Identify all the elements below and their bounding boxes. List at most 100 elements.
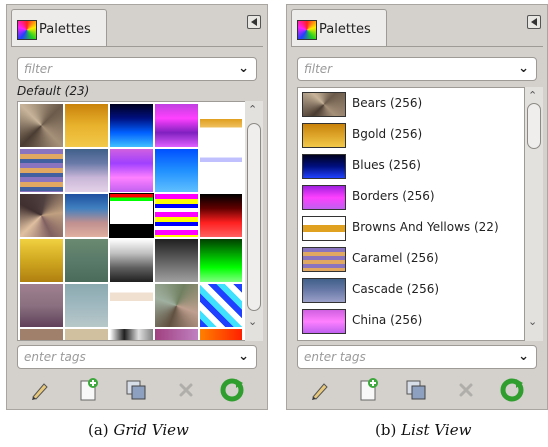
palette-thumb-cascade[interactable] <box>65 149 108 192</box>
palette-thumb-hilite[interactable] <box>20 284 63 327</box>
tab-label: Palettes <box>39 22 91 37</box>
tags-input[interactable]: enter tags ⌄ <box>297 345 537 369</box>
list-item[interactable] <box>298 337 524 340</box>
tab-divider <box>11 46 263 47</box>
tab-menu-button[interactable] <box>527 15 541 29</box>
palette-thumb-reds[interactable] <box>200 329 242 340</box>
grid-scrollbar[interactable]: ⌃ ⌄ <box>245 101 263 341</box>
refresh-icon <box>500 378 524 402</box>
new-document-icon <box>80 378 98 401</box>
palette-thumb-named-colors[interactable] <box>200 284 242 327</box>
delete-icon <box>179 383 193 397</box>
duplicate-palette-button[interactable] <box>123 377 149 403</box>
list-item[interactable]: Caramel (256) <box>298 244 524 275</box>
list-item-label: Cascade (256) <box>352 282 440 296</box>
palette-swatch <box>302 185 346 210</box>
chevron-down-icon[interactable]: ⌄ <box>238 349 249 364</box>
list-item[interactable]: China (256) <box>298 306 524 337</box>
filter-placeholder: filter <box>304 62 333 76</box>
palette-thumb-op2[interactable] <box>20 329 63 340</box>
tags-input[interactable]: enter tags ⌄ <box>17 345 257 369</box>
caption-prefix: (b) <box>375 421 397 439</box>
palette-swatch <box>302 309 346 334</box>
scroll-thumb[interactable] <box>527 103 541 149</box>
palette-thumb-kahki[interactable] <box>65 284 108 327</box>
tag-group-label: Default (23) <box>17 84 90 98</box>
palette-thumb-blues[interactable] <box>110 104 153 147</box>
palette-thumb-pastels[interactable] <box>110 329 153 340</box>
delete-palette-button[interactable] <box>453 377 479 403</box>
palette-thumb-muted[interactable] <box>155 284 198 327</box>
list-item[interactable]: Bears (256) <box>298 89 524 120</box>
palette-thumb-grayblue[interactable] <box>65 239 108 282</box>
caption-title: Grid View <box>113 421 189 439</box>
palette-thumb-dark-pastels[interactable] <box>65 194 108 237</box>
palette-thumb-cranes[interactable] <box>20 194 63 237</box>
scroll-down-icon[interactable]: ⌄ <box>248 315 257 328</box>
chevron-down-icon[interactable]: ⌄ <box>238 61 249 76</box>
palette-thumb-gold[interactable] <box>20 239 63 282</box>
filter-placeholder: filter <box>24 62 53 76</box>
new-palette-button[interactable] <box>355 377 381 403</box>
palette-thumb-browns-yellows[interactable] <box>200 104 242 147</box>
delete-palette-button[interactable] <box>173 377 199 403</box>
palette-thumb-default[interactable] <box>109 193 154 238</box>
tab-menu-button[interactable] <box>247 15 261 29</box>
refresh-palettes-button[interactable] <box>499 377 525 403</box>
palette-thumb-bgold[interactable] <box>65 104 108 147</box>
chevron-down-icon[interactable]: ⌄ <box>518 349 529 364</box>
list-item[interactable]: Blues (256) <box>298 151 524 182</box>
palette-thumb-firecode[interactable] <box>200 194 242 237</box>
caption-grid-view: (a) Grid View <box>88 421 189 439</box>
list-item-label: Blues (256) <box>352 158 421 172</box>
scroll-up-icon[interactable]: ⌃ <box>528 89 537 102</box>
filter-input[interactable]: filter ⌄ <box>297 57 537 81</box>
edit-palette-button[interactable] <box>27 377 53 403</box>
pencil-icon <box>312 383 328 400</box>
list-item[interactable]: Borders (256) <box>298 182 524 213</box>
chevron-down-icon[interactable]: ⌄ <box>518 61 529 76</box>
pencil-icon <box>32 383 48 400</box>
list-item-label: Bgold (256) <box>352 127 423 141</box>
list-item-label: Caramel (256) <box>352 251 439 265</box>
palette-thumb-coldfire[interactable] <box>155 149 198 192</box>
palette-thumb-grayviolet[interactable] <box>110 239 153 282</box>
palette-thumb-borders[interactable] <box>155 104 198 147</box>
palette-thumb-ega[interactable] <box>155 194 198 237</box>
tags-placeholder: enter tags <box>24 350 86 364</box>
palette-list: Bears (256) Bgold (256) Blues (256) Bord… <box>297 87 525 341</box>
new-document-icon <box>360 378 378 401</box>
palette-thumb-caramel[interactable] <box>20 149 63 192</box>
list-item[interactable]: Cascade (256) <box>298 275 524 306</box>
scroll-up-icon[interactable]: ⌃ <box>248 103 257 116</box>
palette-thumb-china[interactable] <box>110 149 153 192</box>
palette-thumb-paintjet[interactable] <box>65 329 108 340</box>
refresh-palettes-button[interactable] <box>219 377 245 403</box>
caption-prefix: (a) <box>88 421 109 439</box>
new-palette-button[interactable] <box>75 377 101 403</box>
scroll-thumb[interactable] <box>247 123 261 311</box>
list-scrollbar[interactable]: ⌃ ⌄ <box>525 87 543 341</box>
list-item-label: China (256) <box>352 313 423 327</box>
palette-swatch <box>302 247 346 272</box>
action-bar <box>287 377 547 405</box>
list-item-label: Browns And Yellows (22) <box>352 220 499 234</box>
duplicate-icon <box>126 380 146 400</box>
palettes-tab[interactable]: Palettes <box>11 9 107 47</box>
caption-list-view: (b) List View <box>375 421 471 439</box>
palette-thumb-grayscale[interactable] <box>155 239 198 282</box>
duplicate-palette-button[interactable] <box>403 377 429 403</box>
palette-thumb-lights[interactable] <box>110 284 153 327</box>
edit-palette-button[interactable] <box>307 377 333 403</box>
list-item[interactable]: Bgold (256) <box>298 120 524 151</box>
filter-input[interactable]: filter ⌄ <box>17 57 257 81</box>
tags-placeholder: enter tags <box>304 350 366 364</box>
palettes-tab[interactable]: Palettes <box>291 9 387 47</box>
palette-thumb-plasma[interactable] <box>155 329 198 340</box>
list-item[interactable]: Browns And Yellows (22) <box>298 213 524 244</box>
palette-thumb-greens[interactable] <box>200 239 242 282</box>
scroll-down-icon[interactable]: ⌄ <box>528 315 537 328</box>
duplicate-icon <box>406 380 426 400</box>
palette-thumb-bears[interactable] <box>20 104 63 147</box>
palette-thumb-cool[interactable] <box>200 149 242 192</box>
